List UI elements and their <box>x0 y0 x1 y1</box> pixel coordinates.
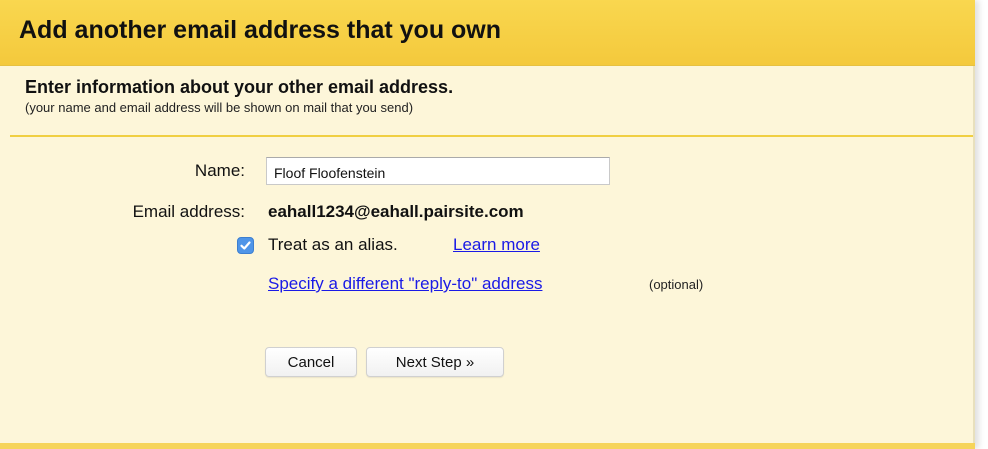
next-step-button[interactable]: Next Step » <box>366 347 504 377</box>
name-label: Name: <box>194 161 245 180</box>
checkmark-icon <box>240 241 251 250</box>
add-email-dialog: Add another email address that you own E… <box>0 0 975 449</box>
email-label: Email address: <box>132 202 245 221</box>
section-heading: Enter information about your other email… <box>25 77 454 97</box>
email-address-value: eahall1234@eahall.pairsite.com <box>268 202 524 221</box>
dialog-header: Add another email address that you own <box>0 0 975 66</box>
alias-label: Treat as an alias. <box>268 235 398 254</box>
dialog-title: Add another email address that you own <box>19 16 502 44</box>
alias-checkbox[interactable] <box>237 237 254 254</box>
dialog-bottom-edge <box>0 443 975 449</box>
cancel-button[interactable]: Cancel <box>265 347 357 377</box>
reply-to-link[interactable]: Specify a different "reply-to" address <box>268 274 542 294</box>
section-subtext: (your name and email address will be sho… <box>25 100 414 115</box>
header-divider <box>10 135 973 137</box>
name-input[interactable] <box>266 157 610 185</box>
learn-more-link[interactable]: Learn more <box>453 235 540 255</box>
optional-note: (optional) <box>649 277 704 292</box>
